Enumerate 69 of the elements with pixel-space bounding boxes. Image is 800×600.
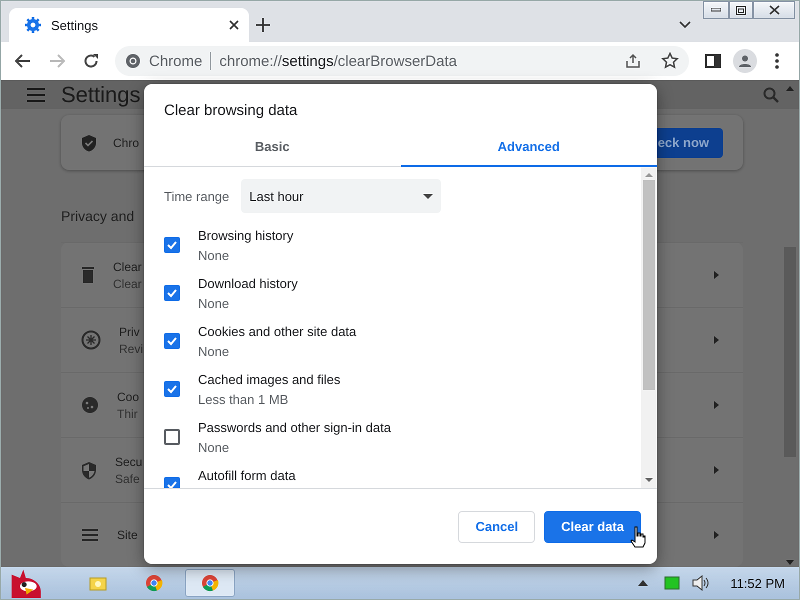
address-bar[interactable]: Chrome chrome://settings/clearBrowserData xyxy=(115,46,689,76)
share-icon[interactable] xyxy=(625,53,641,69)
chrome-taskbar-icon[interactable] xyxy=(145,574,163,592)
close-icon xyxy=(768,5,780,15)
caret-right-icon xyxy=(714,466,719,474)
caret-right-icon xyxy=(714,336,719,344)
checkbox[interactable] xyxy=(164,381,180,397)
item-label: Autofill form data xyxy=(198,468,296,483)
clock: 11:52 PM xyxy=(730,576,785,590)
speaker-icon[interactable] xyxy=(692,575,710,591)
item-detail: None xyxy=(198,296,230,311)
time-range-select[interactable]: Last hour xyxy=(241,179,442,213)
chrome-logo-icon xyxy=(125,53,141,69)
checkmark-icon xyxy=(166,479,178,488)
item-label: Browsing history xyxy=(198,228,294,243)
restore-icon xyxy=(736,6,746,14)
card-label: Chro xyxy=(113,136,140,150)
shield-icon xyxy=(81,460,97,480)
tray-arrow-icon[interactable] xyxy=(638,580,648,586)
item-detail: Less than 1 MB xyxy=(198,392,290,407)
checkmark-icon xyxy=(166,239,178,251)
dialog-title: Clear browsing data xyxy=(163,101,298,121)
checkmark-icon xyxy=(166,383,178,395)
close-button[interactable] xyxy=(753,1,795,19)
dialog-scrollbar[interactable] xyxy=(641,167,657,488)
dropdown-caret-icon xyxy=(423,194,434,198)
checkbox[interactable] xyxy=(164,237,180,253)
checkbox[interactable] xyxy=(164,285,180,301)
time-range-label: Time range xyxy=(164,188,230,204)
scroll-down-icon[interactable] xyxy=(645,477,653,483)
checkbox[interactable] xyxy=(164,333,180,349)
minimize-button[interactable] xyxy=(703,1,729,19)
checkmark-icon xyxy=(166,287,178,299)
trash-icon xyxy=(81,266,95,284)
item-label: Download history xyxy=(198,276,298,291)
page-title: Settings xyxy=(61,82,142,108)
item-detail: None xyxy=(198,440,230,455)
network-icon[interactable] xyxy=(664,576,680,590)
chrome-taskbar-icon[interactable] xyxy=(201,574,219,592)
cookie-icon xyxy=(81,396,99,414)
caret-right-icon xyxy=(714,531,719,539)
item-label: Cached images and files xyxy=(198,372,340,387)
item-label: Cookies and other site data xyxy=(198,324,356,339)
item-detail: None xyxy=(198,248,230,263)
site-label: Chrome xyxy=(149,52,202,70)
browser-tab[interactable]: Settings xyxy=(9,8,249,42)
checkbox[interactable] xyxy=(164,429,180,445)
dialog-tab[interactable]: Basic xyxy=(144,127,400,167)
maximize-button[interactable] xyxy=(729,1,753,19)
checkmark-icon xyxy=(166,335,178,347)
minimize-icon xyxy=(711,8,721,12)
dialog-tab[interactable]: Advanced xyxy=(400,127,657,167)
hand-cursor-icon xyxy=(630,526,646,548)
cancel-button[interactable]: Cancel xyxy=(458,510,536,542)
caret-right-icon xyxy=(714,271,719,279)
clear-data-button[interactable]: Clear data xyxy=(544,510,641,542)
caret-right-icon xyxy=(714,401,719,409)
url-text: chrome://settings/clearBrowserData xyxy=(219,52,458,70)
shield-check-icon xyxy=(81,134,97,152)
search-icon[interactable] xyxy=(763,86,779,102)
profile-avatar[interactable] xyxy=(733,49,757,73)
section-title: Privacy and xyxy=(61,208,136,224)
item-detail: None xyxy=(198,344,230,359)
item-label: Passwords and other sign-in data xyxy=(198,420,391,435)
close-icon[interactable] xyxy=(229,20,239,30)
new-tab-icon[interactable] xyxy=(256,18,270,32)
gear-icon xyxy=(25,17,41,33)
compass-icon xyxy=(81,330,101,350)
star-icon[interactable] xyxy=(661,52,679,70)
